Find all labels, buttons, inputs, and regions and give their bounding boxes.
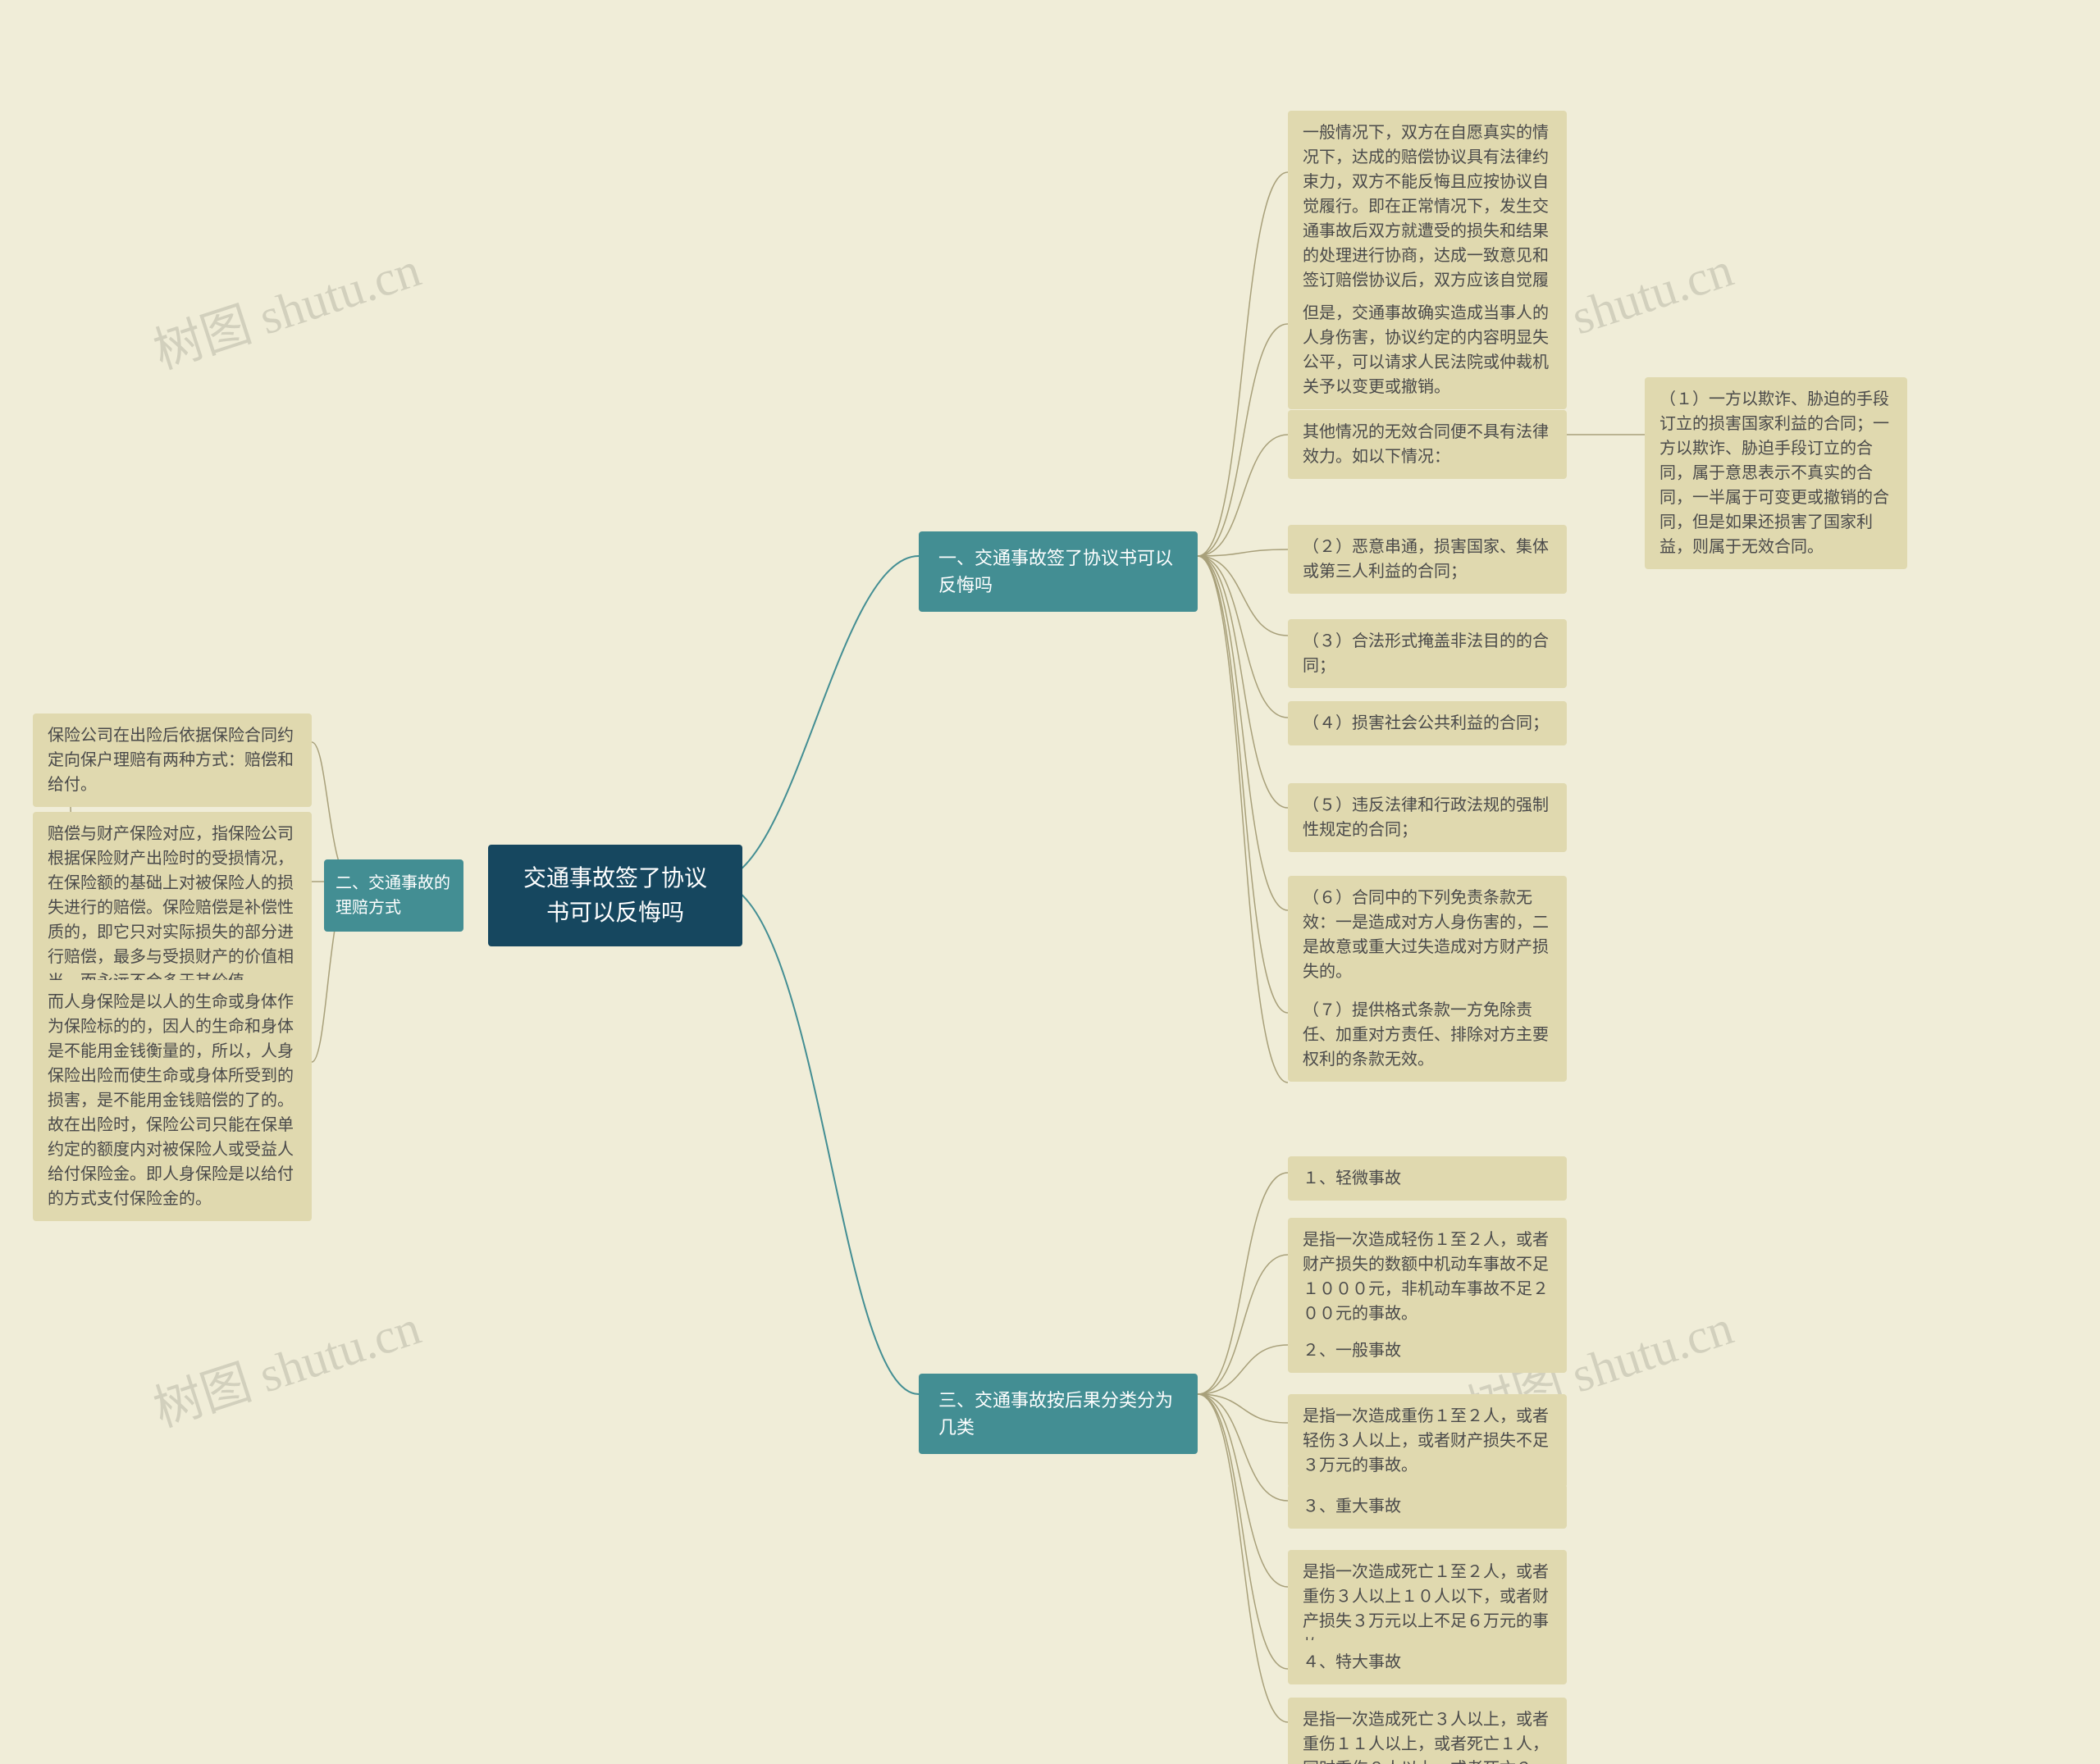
s1-leaf-7[interactable]: （６）合同中的下列免责条款无效：一是造成对方人身伤害的，二是故意或重大过失造成对… [1288, 876, 1567, 994]
s2-leaf-2[interactable]: 而人身保险是以人的生命或身体作为保险标的的，因人的生命和身体是不能用金钱衡量的，… [33, 980, 312, 1221]
s1-leaf-0-text: 一般情况下，双方在自愿真实的情况下，达成的赔偿协议具有法律约束力，双方不能反悔且… [1299, 121, 1555, 317]
s1-leaf-5[interactable]: （４）损害社会公共利益的合同； [1288, 701, 1567, 745]
s3-leaf-1-text: 是指一次造成轻伤１至２人，或者财产损失的数额中机动车事故不足１０００元，非机动车… [1299, 1228, 1555, 1326]
section-3[interactable]: 三、交通事故按后果分类分为几类 [919, 1374, 1198, 1454]
section-1-title: 一、交通事故签了协议书可以反悔吗 [935, 545, 1181, 599]
s3-leaf-3[interactable]: 是指一次造成重伤１至２人，或者轻伤３人以上，或者财产损失不足３万元的事故。 [1288, 1394, 1567, 1488]
section-1[interactable]: 一、交通事故签了协议书可以反悔吗 [919, 531, 1198, 612]
s1-leaf-1-text: 但是，交通事故确实造成当事人的人身伤害，协议约定的内容明显失公平，可以请求人民法… [1299, 301, 1555, 399]
s1-leaf-4-text: （３）合法形式掩盖非法目的的合同； [1299, 629, 1555, 678]
s3-leaf-6-text: ４、特大事故 [1299, 1650, 1555, 1675]
s1-leaf-3[interactable]: （２）恶意串通，损害国家、集体或第三人利益的合同； [1288, 525, 1567, 594]
section-2-title: 二、交通事故的理赔方式 [332, 871, 455, 920]
s3-leaf-0-text: １、轻微事故 [1299, 1166, 1555, 1191]
root-node[interactable]: 交通事故签了协议书可以反悔吗 [488, 845, 742, 946]
watermark: 树图 shutu.cn [144, 230, 428, 383]
s3-leaf-6[interactable]: ４、特大事故 [1288, 1640, 1567, 1684]
connectors [0, 0, 2100, 1764]
section-3-title: 三、交通事故按后果分类分为几类 [935, 1387, 1181, 1441]
connectors-s3 [0, 0, 2100, 1764]
s3-leaf-2-text: ２、一般事故 [1299, 1338, 1555, 1363]
s3-leaf-7[interactable]: 是指一次造成死亡３人以上，或者重伤１１人以上，或者死亡１人，同时重伤８人以上，或… [1288, 1698, 1567, 1764]
s1-leaf-5-text: （４）损害社会公共利益的合同； [1299, 711, 1555, 736]
s1-extra-text: （１）一方以欺诈、胁迫的手段订立的损害国家利益的合同；一方以欺诈、胁迫手段订立的… [1656, 387, 1896, 559]
s2-leaf-2-text: 而人身保险是以人的生命或身体作为保险标的的，因人的生命和身体是不能用金钱衡量的，… [44, 990, 300, 1211]
s1-leaf-8-text: （７）提供格式条款一方免除责任、加重对方责任、排除对方主要权利的条款无效。 [1299, 998, 1555, 1072]
s2-leaf-1-text: 赔偿与财产保险对应，指保险公司根据保险财产出险时的受损情况，在保险额的基础上对被… [44, 822, 300, 994]
root-title: 交通事故签了协议书可以反悔吗 [513, 861, 718, 930]
s3-leaf-7-text: 是指一次造成死亡３人以上，或者重伤１１人以上，或者死亡１人，同时重伤８人以上，或… [1299, 1707, 1555, 1764]
s1-leaf-1[interactable]: 但是，交通事故确实造成当事人的人身伤害，协议约定的内容明显失公平，可以请求人民法… [1288, 291, 1567, 409]
s1-leaf-2-text: 其他情况的无效合同便不具有法律效力。如以下情况： [1299, 420, 1555, 469]
s1-leaf-2[interactable]: 其他情况的无效合同便不具有法律效力。如以下情况： [1288, 410, 1567, 479]
s1-leaf-6-text: （５）违反法律和行政法规的强制性规定的合同； [1299, 793, 1555, 842]
s1-leaf-4[interactable]: （３）合法形式掩盖非法目的的合同； [1288, 619, 1567, 688]
s3-leaf-0[interactable]: １、轻微事故 [1288, 1156, 1567, 1201]
s3-leaf-3-text: 是指一次造成重伤１至２人，或者轻伤３人以上，或者财产损失不足３万元的事故。 [1299, 1404, 1555, 1478]
s3-leaf-2[interactable]: ２、一般事故 [1288, 1329, 1567, 1373]
s1-leaf-7-text: （６）合同中的下列免责条款无效：一是造成对方人身伤害的，二是故意或重大过失造成对… [1299, 886, 1555, 984]
section-2[interactable]: 二、交通事故的理赔方式 [324, 859, 463, 932]
s3-leaf-1[interactable]: 是指一次造成轻伤１至２人，或者财产损失的数额中机动车事故不足１０００元，非机动车… [1288, 1218, 1567, 1336]
s3-leaf-4-text: ３、重大事故 [1299, 1494, 1555, 1519]
s1-leaf-6[interactable]: （５）违反法律和行政法规的强制性规定的合同； [1288, 783, 1567, 852]
connectors-left [0, 0, 2100, 1764]
s1-leaf-3-text: （２）恶意串通，损害国家、集体或第三人利益的合同； [1299, 535, 1555, 584]
s3-leaf-4[interactable]: ３、重大事故 [1288, 1484, 1567, 1529]
s2-leaf-0[interactable]: 保险公司在出险后依据保险合同约定向保户理赔有两种方式：赔偿和给付。 [33, 713, 312, 807]
s2-leaf-0-text: 保险公司在出险后依据保险合同约定向保户理赔有两种方式：赔偿和给付。 [44, 723, 300, 797]
s2-leaf-1[interactable]: 赔偿与财产保险对应，指保险公司根据保险财产出险时的受损情况，在保险额的基础上对被… [33, 812, 312, 1004]
s1-leaf-8[interactable]: （７）提供格式条款一方免除责任、加重对方责任、排除对方主要权利的条款无效。 [1288, 988, 1567, 1082]
mindmap-canvas: 树图 shutu.cn 树图 shutu.cn 树图 shutu.cn 树图 s… [0, 0, 2100, 1764]
s1-extra[interactable]: （１）一方以欺诈、胁迫的手段订立的损害国家利益的合同；一方以欺诈、胁迫手段订立的… [1645, 377, 1907, 569]
watermark: 树图 shutu.cn [144, 1288, 428, 1441]
